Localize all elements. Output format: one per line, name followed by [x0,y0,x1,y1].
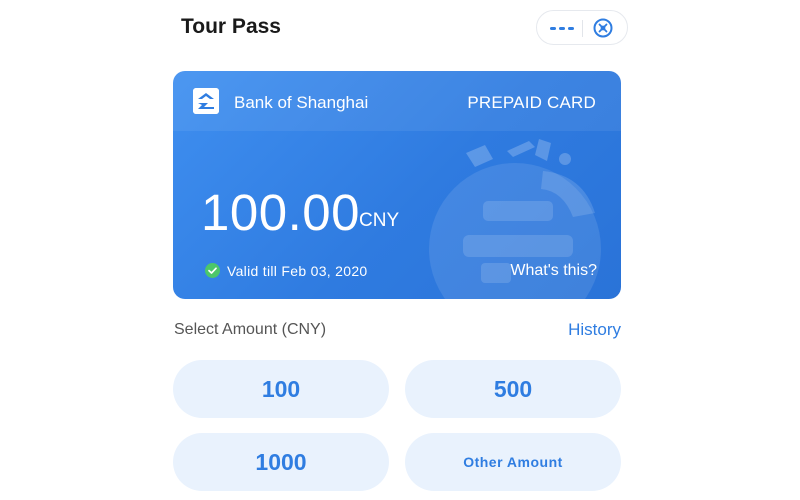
capsule-divider [582,20,583,37]
more-dots-icon[interactable] [550,20,574,36]
page-title: Tour Pass [181,15,281,38]
select-amount-label: Select Amount (CNY) [174,321,327,338]
amount-option-100[interactable]: 100 [173,360,389,418]
prepaid-card[interactable]: Bank of Shanghai PREPAID CARD 100.00 CNY… [173,71,621,299]
mini-program-capsule [536,10,628,45]
tour-pass-page: Tour Pass Bank of Shanghai PREPAID CARD … [0,0,800,500]
validity-date: Valid till Feb 03, 2020 [227,263,368,279]
card-balance: 100.00 [201,184,360,241]
card-type-label: PREPAID CARD [467,93,596,112]
bank-name: Bank of Shanghai [234,93,369,112]
history-link[interactable]: History [568,320,621,340]
amount-option-1000[interactable]: 1000 [173,433,389,491]
amount-option-other[interactable]: Other Amount [405,433,621,491]
balance-currency: CNY [359,210,400,231]
amount-option-500[interactable]: 500 [405,360,621,418]
close-circle-icon[interactable] [592,17,614,39]
check-circle-icon [205,263,220,278]
bank-logo-icon [193,88,219,114]
whats-this-link[interactable]: What's this? [510,262,597,280]
